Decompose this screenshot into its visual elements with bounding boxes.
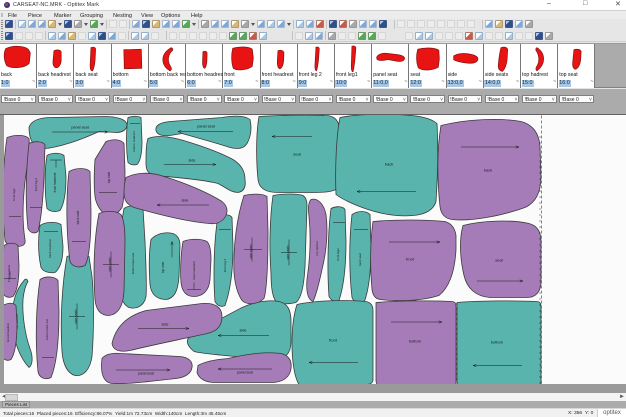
svg-text:panel seat: panel seat bbox=[71, 125, 89, 129]
svg-text:bottom headrest: bottom headrest bbox=[132, 131, 136, 151]
svg-text:front: front bbox=[329, 337, 338, 342]
svg-text:front leg 2: front leg 2 bbox=[34, 177, 38, 191]
svg-text:bottom back rest: bottom back rest bbox=[45, 318, 49, 339]
svg-text:side: side bbox=[162, 322, 169, 326]
svg-text:front: front bbox=[406, 256, 415, 261]
svg-text:panel seat: panel seat bbox=[138, 371, 154, 375]
svg-text:top hadrest: top hadrest bbox=[315, 241, 319, 255]
svg-text:panel seat: panel seat bbox=[237, 370, 253, 374]
svg-text:side seats: side seats bbox=[249, 243, 253, 258]
svg-text:side: side bbox=[182, 198, 189, 202]
svg-text:front headrest: front headrest bbox=[53, 172, 57, 192]
svg-text:back: back bbox=[484, 167, 492, 172]
svg-text:back seat: back seat bbox=[76, 210, 80, 224]
svg-text:side: side bbox=[189, 158, 196, 162]
svg-text:top seat: top seat bbox=[107, 171, 111, 182]
svg-text:front headrest: front headrest bbox=[7, 264, 11, 281]
svg-text:panel seat: panel seat bbox=[197, 124, 215, 128]
svg-text:front leg1: front leg1 bbox=[12, 187, 16, 200]
svg-text:back: back bbox=[385, 161, 393, 166]
svg-text:back headrest: back headrest bbox=[192, 261, 196, 279]
svg-text:back seat: back seat bbox=[358, 252, 362, 265]
svg-text:bottom headrest: bottom headrest bbox=[6, 322, 10, 341]
svg-text:top seat: top seat bbox=[161, 261, 165, 272]
svg-text:front leg1: front leg1 bbox=[336, 247, 340, 260]
svg-text:seat: seat bbox=[293, 151, 301, 156]
svg-text:bottom back rest: bottom back rest bbox=[131, 252, 135, 274]
svg-text:side: side bbox=[240, 328, 247, 332]
svg-text:seat: seat bbox=[495, 257, 503, 262]
svg-text:back headrest: back headrest bbox=[48, 238, 52, 257]
svg-text:bottom: bottom bbox=[491, 339, 504, 344]
svg-text:bottom: bottom bbox=[409, 338, 422, 343]
svg-text:front leg 2: front leg 2 bbox=[223, 258, 227, 272]
